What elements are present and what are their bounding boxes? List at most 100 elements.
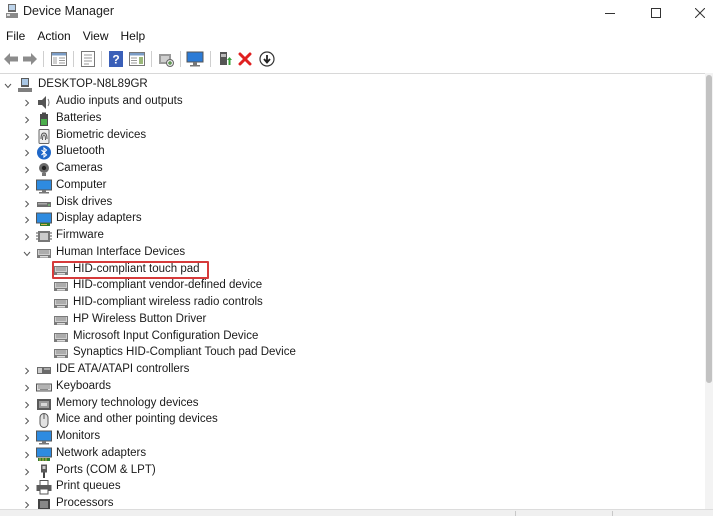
action-pane-button[interactable] [127,49,147,69]
tree-category-monitors[interactable]: Monitors [0,429,690,446]
close-icon [695,7,705,18]
tree-category-ports-com-lpt[interactable]: Ports (COM & LPT) [0,463,690,480]
monitor-view-button[interactable] [185,49,205,69]
chevron-right-icon[interactable] [22,132,32,142]
minimize-button[interactable] [587,0,633,25]
mouse-icon [36,413,52,429]
properties-button[interactable] [78,49,98,69]
keyboard-icon [36,380,52,395]
uninstall-device-button[interactable] [235,49,255,69]
hid-device-icon [53,346,69,361]
menu-view[interactable]: View [77,26,115,46]
tree-category-label: Ports (COM & LPT) [56,463,156,476]
camera-icon [36,162,52,177]
chevron-right-icon[interactable] [22,450,32,460]
scan-hardware-button[interactable] [156,49,176,69]
tree-category-label: Computer [56,178,107,191]
chevron-right-icon[interactable] [22,232,32,242]
chevron-right-icon[interactable] [22,215,32,225]
tree-category-memory-technology-devices[interactable]: Memory technology devices [0,396,690,413]
back-arrow-icon [4,53,18,65]
tree-device-microsoft-input-configuration-device[interactable]: Microsoft Input Configuration Device [0,329,690,346]
tree-device-hp-wireless-button-driver[interactable]: HP Wireless Button Driver [0,312,690,329]
monitor-icon [186,51,204,67]
tree-category-label: Memory technology devices [56,396,199,409]
tree-category-firmware[interactable]: Firmware [0,228,690,245]
device-tree[interactable]: DESKTOP-N8L89GR Audio inputs and outputs… [0,73,705,511]
menu-file[interactable]: File [0,26,31,46]
forward-button[interactable] [20,49,40,69]
chevron-right-icon[interactable] [22,199,32,209]
menu-action[interactable]: Action [31,26,76,46]
tree-category-label: Monitors [56,430,101,442]
tree-category-ide-ata-atapi-controllers[interactable]: IDE ATA/ATAPI controllers [0,362,690,379]
tree-category-biometric-devices[interactable]: Biometric devices [0,128,690,145]
minimize-icon [605,12,615,14]
tree-category-label: Network adapters [56,446,147,459]
maximize-button[interactable] [633,0,679,25]
tree-category-print-queues[interactable]: Print queues [0,479,690,496]
toolbar-separator [43,51,44,67]
disable-device-icon [259,51,275,67]
tree-category-label: Disk drives [56,195,113,208]
tree-root-row[interactable]: DESKTOP-N8L89GR [0,77,690,94]
tree-category-cameras[interactable]: Cameras [0,161,690,178]
bluetooth-icon [36,145,52,160]
toolbar-separator [210,51,211,67]
tree-category-batteries[interactable]: Batteries [0,111,690,128]
toolbar-separator [73,51,74,67]
tree-device-hid-compliant-vendor-defined-device[interactable]: HID-compliant vendor-defined device [0,278,690,295]
tree-category-bluetooth[interactable]: Bluetooth [0,144,690,161]
svg-text:?: ? [112,53,119,67]
chevron-right-icon[interactable] [22,416,32,426]
tree-category-label: Bluetooth [56,145,105,158]
display-adapter-icon [36,212,52,227]
tree-category-label: Display adapters [56,212,142,225]
close-button[interactable] [677,0,713,25]
tree-category-keyboards[interactable]: Keyboards [0,379,690,396]
printer-icon [36,480,52,495]
help-button[interactable]: ? [106,49,126,69]
scrollbar-thumb[interactable] [706,75,712,383]
tree-category-audio-inputs-and-outputs[interactable]: Audio inputs and outputs [0,94,690,111]
tree-device-hid-compliant-wireless-radio-controls[interactable]: HID-compliant wireless radio controls [0,295,690,312]
chevron-right-icon[interactable] [22,182,32,192]
tree-category-disk-drives[interactable]: Disk drives [0,195,690,212]
computer-icon [36,179,52,194]
tree-category-mice-and-other-pointing-devices[interactable]: Mice and other pointing devices [0,412,690,429]
ide-controller-icon [36,363,52,378]
show-hide-console-tree-button[interactable] [49,49,69,69]
chevron-right-icon[interactable] [22,483,32,493]
tree-category-network-adapters[interactable]: Network adapters [0,446,690,463]
chevron-right-icon[interactable] [22,98,32,108]
disable-device-button[interactable] [257,49,277,69]
chevron-right-icon[interactable] [22,400,32,410]
tree-device-label: HID-compliant wireless radio controls [73,296,263,308]
chevron-right-icon[interactable] [22,115,32,125]
chevron-right-icon[interactable] [22,433,32,443]
tree-category-label: Keyboards [56,379,111,392]
monitor-icon [36,430,52,445]
chevron-down-icon[interactable] [22,249,32,259]
tree-category-label: Print queues [56,480,121,493]
chevron-right-icon[interactable] [22,165,32,175]
chevron-right-icon[interactable] [22,383,32,393]
hid-icon [36,246,52,261]
vertical-scrollbar[interactable] [705,73,713,511]
toolbar-separator [101,51,102,67]
chevron-right-icon[interactable] [22,148,32,158]
tree-device-synaptics-hid-compliant-touch-pad-device[interactable]: Synaptics HID-Compliant Touch pad Device [0,345,690,362]
tree-category-label: Mice and other pointing devices [56,413,218,426]
update-driver-button[interactable] [215,49,235,69]
back-button[interactable] [1,49,21,69]
chevron-down-icon[interactable] [3,81,13,91]
scan-hardware-icon [159,54,174,67]
tree-category-display-adapters[interactable]: Display adapters [0,211,690,228]
tree-category-human-interface-devices[interactable]: Human Interface Devices [0,245,690,262]
tree-category-computer[interactable]: Computer [0,178,690,195]
hid-device-icon [53,279,69,294]
menu-help[interactable]: Help [115,26,152,46]
chevron-right-icon[interactable] [22,366,32,376]
tree-device-label: HP Wireless Button Driver [73,312,207,325]
chevron-right-icon[interactable] [22,467,32,477]
